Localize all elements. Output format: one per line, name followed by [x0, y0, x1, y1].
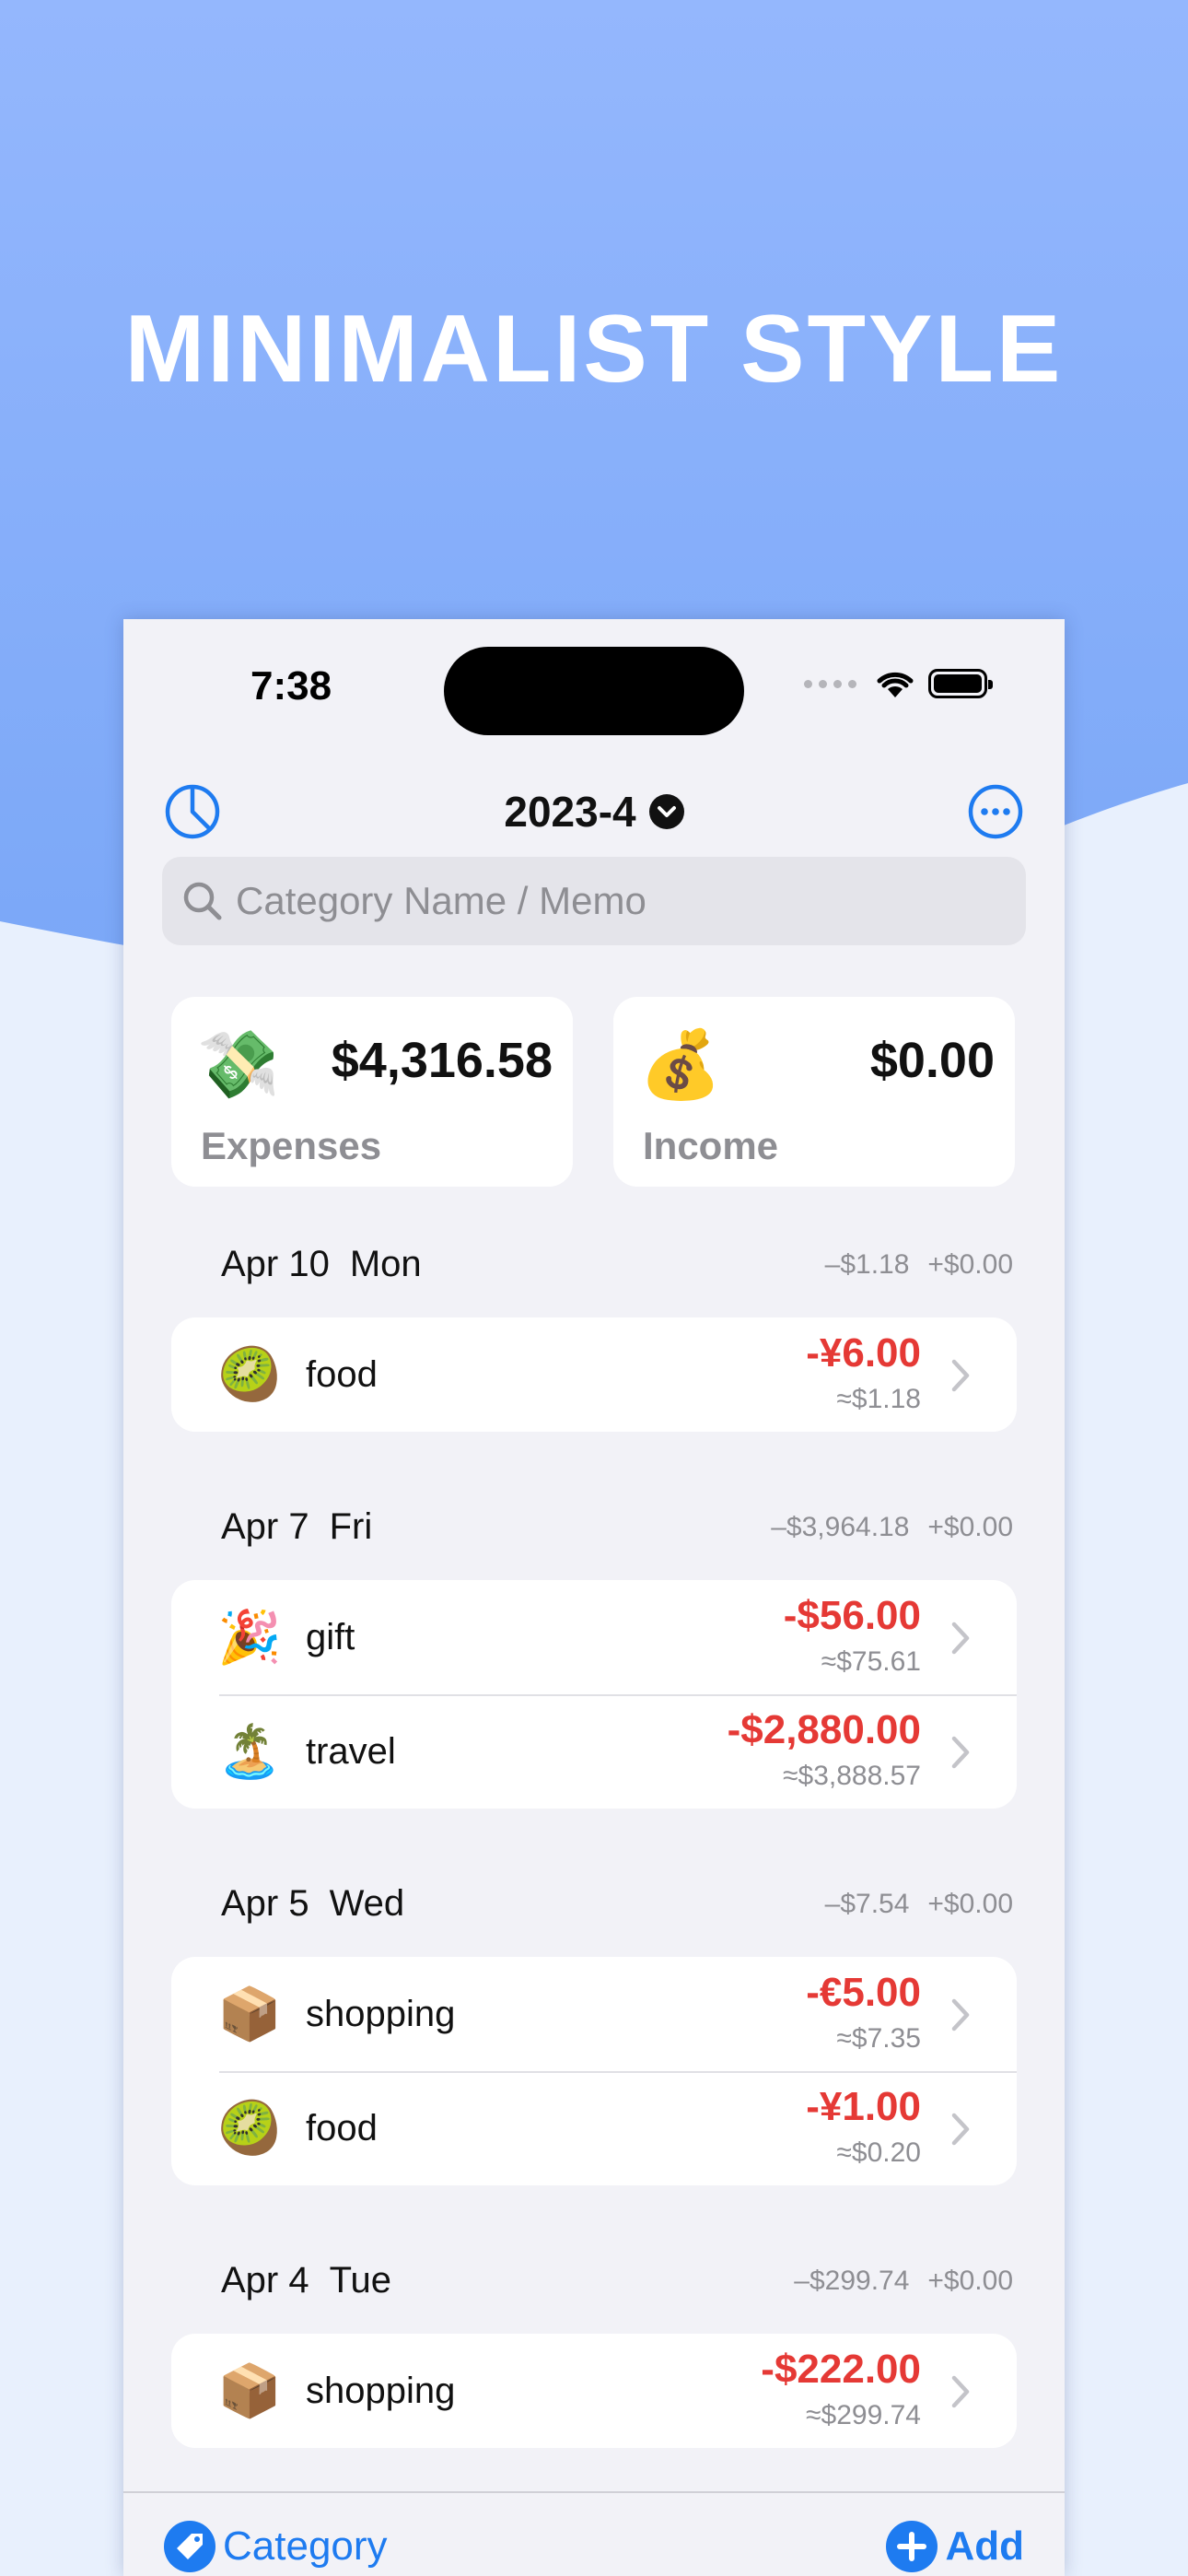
category-button[interactable]: Category: [164, 2521, 388, 2572]
package-icon: 📦: [217, 2361, 282, 2419]
day-entries: 🥝 food -¥6.00 ≈$1.18: [171, 1317, 1017, 1432]
day-entries: 🎉 gift -$56.00 ≈$75.61 🏝️ travel -$2,880…: [171, 1580, 1017, 1809]
chevron-down-icon: [648, 793, 684, 829]
entry-converted: ≈$3,888.57: [783, 1761, 921, 1791]
entry-category: shopping: [306, 2371, 456, 2411]
entry-converted: ≈$1.18: [836, 1384, 921, 1414]
bottom-toolbar: Category Add: [123, 2491, 1065, 2576]
day-weekday: Mon: [349, 1244, 422, 1284]
day-income-total: +$0.00: [927, 1512, 1013, 1542]
entry-converted: ≈$299.74: [806, 2400, 921, 2430]
chevron-right-icon: [951, 2113, 970, 2146]
day-header: Apr 4 Tue –$299.74 +$0.00: [221, 2253, 1013, 2308]
status-time: 7:38: [250, 663, 332, 708]
plus-icon: [886, 2521, 938, 2572]
entry-amount: -€5.00: [806, 1970, 921, 2015]
day-income-total: +$0.00: [927, 2266, 1013, 2296]
day-entries: 📦 shopping -€5.00 ≈$7.35 🥝 food -¥1.00 ≈…: [171, 1957, 1017, 2185]
tag-icon: [164, 2521, 215, 2572]
day-entries: 📦 shopping -$222.00 ≈$299.74: [171, 2334, 1017, 2448]
day-weekday: Tue: [329, 2260, 392, 2301]
day-expense-total: –$299.74: [794, 2266, 910, 2296]
status-icons: [804, 665, 993, 702]
chevron-right-icon: [951, 2375, 970, 2408]
entry-category: food: [306, 1354, 378, 1395]
dynamic-island: [444, 647, 744, 735]
income-label: Income: [643, 1124, 779, 1167]
day-header: Apr 10 Mon –$1.18 +$0.00: [221, 1236, 1013, 1292]
chevron-right-icon: [951, 1359, 970, 1392]
day-date: Apr 10: [221, 1244, 330, 1284]
entry-amount: -$222.00: [761, 2347, 921, 2392]
expenses-card[interactable]: 💸 $4,316.58 Expenses: [171, 997, 573, 1187]
expenses-amount: $4,316.58: [331, 1033, 553, 1088]
island-icon: 🏝️: [217, 1722, 282, 1780]
chevron-right-icon: [951, 1998, 970, 2032]
more-icon[interactable]: [967, 783, 1024, 840]
search-input[interactable]: Category Name / Memo: [236, 879, 646, 923]
list-item[interactable]: 🏝️ travel -$2,880.00 ≈$3,888.57: [171, 1694, 1017, 1809]
day-expense-total: –$7.54: [824, 1889, 910, 1919]
list-item[interactable]: 🥝 food -¥6.00 ≈$1.18: [171, 1317, 1017, 1432]
money-wings-icon: 💸: [197, 1028, 280, 1102]
entry-category: food: [306, 2108, 378, 2149]
headline: MINIMALIST STYLE: [124, 296, 1064, 403]
search-bar[interactable]: Category Name / Memo: [162, 857, 1026, 945]
day-income-total: +$0.00: [927, 1249, 1013, 1280]
kiwi-icon: 🥝: [217, 2099, 282, 2157]
list-item[interactable]: 🎉 gift -$56.00 ≈$75.61: [171, 1580, 1017, 1694]
day-date: Apr 4: [221, 2260, 309, 2301]
add-label: Add: [945, 2523, 1024, 2569]
wifi-icon: [877, 672, 914, 697]
entry-category: gift: [306, 1617, 355, 1657]
month-selector[interactable]: 2023-4: [123, 787, 1065, 837]
money-bag-icon: 💰: [639, 1028, 722, 1102]
add-button[interactable]: Add: [886, 2521, 1024, 2572]
party-popper-icon: 🎉: [217, 1608, 282, 1666]
entry-category: travel: [306, 1731, 396, 1772]
day-expense-total: –$3,964.18: [771, 1512, 910, 1542]
month-title: 2023-4: [504, 788, 636, 836]
list-item[interactable]: 🥝 food -¥1.00 ≈$0.20: [171, 2071, 1017, 2185]
package-icon: 📦: [217, 1985, 282, 2043]
phone-screen: 7:38 2023-4 Category Name / Memo 💸 $4,31…: [123, 619, 1065, 2576]
day-weekday: Fri: [329, 1506, 373, 1547]
day-expense-total: –$1.18: [824, 1249, 910, 1280]
entry-amount: -¥1.00: [806, 2084, 921, 2129]
day-header: Apr 5 Wed –$7.54 +$0.00: [221, 1876, 1013, 1931]
nav-bar: 2023-4: [123, 767, 1065, 859]
entry-amount: -$2,880.00: [727, 1707, 921, 1752]
entry-amount: -$56.00: [783, 1593, 921, 1638]
entry-converted: ≈$0.20: [836, 2137, 921, 2168]
kiwi-icon: 🥝: [217, 1345, 282, 1403]
income-amount: $0.00: [869, 1033, 995, 1088]
entry-category: shopping: [306, 1994, 456, 2034]
chevron-right-icon: [951, 1622, 970, 1655]
search-icon: [183, 882, 222, 920]
day-income-total: +$0.00: [927, 1889, 1013, 1919]
signal-icon: [804, 679, 856, 688]
entry-converted: ≈$75.61: [821, 1646, 921, 1677]
battery-icon: [928, 669, 993, 698]
expenses-label: Expenses: [201, 1124, 382, 1167]
entry-converted: ≈$7.35: [836, 2023, 921, 2054]
day-date: Apr 7: [221, 1506, 309, 1547]
list-item[interactable]: 📦 shopping -€5.00 ≈$7.35: [171, 1957, 1017, 2071]
list-item[interactable]: 📦 shopping -$222.00 ≈$299.74: [171, 2334, 1017, 2448]
category-label: Category: [223, 2523, 388, 2569]
entry-amount: -¥6.00: [806, 1330, 921, 1376]
chevron-right-icon: [951, 1736, 970, 1769]
income-card[interactable]: 💰 $0.00 Income: [613, 997, 1015, 1187]
day-date: Apr 5: [221, 1883, 309, 1924]
day-weekday: Wed: [329, 1883, 405, 1924]
day-header: Apr 7 Fri –$3,964.18 +$0.00: [221, 1499, 1013, 1554]
